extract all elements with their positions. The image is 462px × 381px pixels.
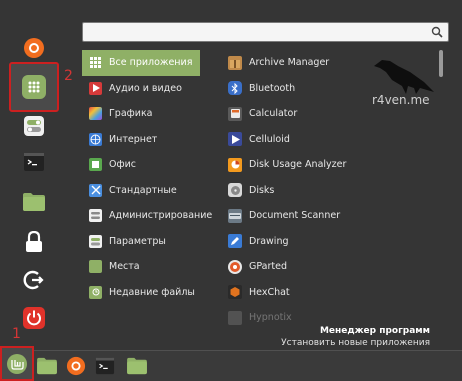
celluloid-icon — [228, 132, 242, 147]
app-hexchat[interactable]: HexChat — [228, 280, 438, 306]
folder-icon — [89, 260, 102, 274]
terminal-icon — [24, 153, 44, 171]
app-label: HexChat — [249, 286, 290, 298]
app-gparted[interactable]: GParted — [228, 254, 438, 280]
app-label: Drawing — [249, 235, 289, 247]
play-icon — [89, 81, 102, 95]
category-label: Места — [109, 261, 140, 273]
bluetooth-icon — [228, 81, 242, 96]
hypnotix-icon — [228, 310, 242, 325]
app-label: Disks — [249, 184, 275, 196]
favorite-lock-screen[interactable] — [18, 226, 50, 258]
gparted-icon — [228, 259, 242, 274]
app-label: Archive Manager — [249, 57, 330, 69]
admin-icon — [89, 209, 102, 223]
taskbar-terminal[interactable] — [94, 355, 116, 377]
selected-app-description: Установить новые приложения — [281, 338, 430, 348]
favorite-terminal[interactable] — [18, 146, 50, 178]
grid-icon — [89, 56, 102, 69]
taskbar-files-2[interactable] — [126, 355, 148, 377]
category-label: Офис — [109, 159, 136, 171]
annotation-number-2: 2 — [64, 68, 73, 84]
taskbar-menu-button[interactable] — [0, 346, 34, 381]
category-accessories[interactable]: Стандартные — [82, 178, 200, 204]
logout-icon — [23, 270, 44, 290]
category-places[interactable]: Места — [82, 254, 200, 280]
app-drawing[interactable]: Drawing — [228, 229, 438, 255]
app-label: Calculator — [249, 108, 298, 120]
drawing-icon — [228, 234, 242, 249]
favorites-sidebar — [0, 0, 68, 350]
category-label: Интернет — [109, 133, 158, 145]
firefox-icon — [24, 38, 44, 58]
app-label: Document Scanner — [249, 210, 341, 222]
category-label: Графика — [109, 108, 153, 120]
search-icon — [431, 26, 443, 38]
favorite-logout[interactable] — [18, 264, 50, 296]
category-administration[interactable]: Администрирование — [82, 203, 212, 229]
favorite-software-manager[interactable] — [9, 62, 59, 112]
category-label: Стандартные — [109, 184, 177, 196]
scanner-icon — [228, 208, 242, 223]
office-icon — [89, 158, 102, 172]
category-label: Администрирование — [109, 210, 213, 222]
taskbar-files[interactable] — [36, 355, 58, 377]
favorite-firefox[interactable] — [18, 32, 50, 64]
selected-app-name: Менеджер программ — [319, 326, 430, 336]
app-disks[interactable]: Disks — [228, 178, 438, 204]
category-internet[interactable]: Интернет — [82, 127, 200, 153]
category-recent-files[interactable]: Недавние файлы — [82, 280, 200, 306]
graphics-icon — [89, 107, 102, 121]
app-label: Bluetooth — [249, 82, 296, 94]
app-label: Celluloid — [249, 133, 290, 145]
app-document-scanner[interactable]: Document Scanner — [228, 203, 438, 229]
app-disk-usage-analyzer[interactable]: Disk Usage Analyzer — [228, 152, 438, 178]
disk-usage-icon — [228, 157, 242, 172]
app-label: Disk Usage Analyzer — [249, 159, 347, 171]
hexchat-icon — [228, 285, 242, 300]
favorite-files[interactable] — [18, 186, 50, 218]
settings-toggle-icon — [24, 116, 44, 136]
accessories-icon — [89, 183, 102, 197]
category-label: Аудио и видео — [109, 82, 182, 94]
category-settings[interactable]: Параметры — [82, 229, 200, 255]
app-list-scrollbar[interactable] — [439, 50, 443, 77]
files-folder-icon — [37, 357, 57, 375]
mint-menu-icon — [7, 353, 27, 374]
disks-icon — [228, 183, 242, 198]
software-manager-icon — [22, 75, 46, 99]
power-icon — [23, 307, 45, 329]
category-list: Все приложения Аудио и видео Графика Инт… — [82, 50, 212, 306]
terminal-icon — [95, 357, 115, 375]
favorite-settings[interactable] — [18, 110, 50, 142]
application-menu: 2 Все приложения Аудио и видео Графика И… — [0, 0, 462, 350]
category-audio-video[interactable]: Аудио и видео — [82, 76, 200, 102]
annotation-number-1: 1 — [12, 326, 21, 342]
firefox-icon — [66, 356, 86, 376]
app-label: GParted — [249, 261, 287, 273]
category-label: Параметры — [109, 235, 166, 247]
category-label: Недавние файлы — [109, 286, 195, 298]
files-folder-icon — [127, 357, 147, 375]
category-label: Все приложения — [109, 57, 193, 69]
taskbar-firefox[interactable] — [65, 355, 87, 377]
files-folder-icon — [23, 193, 45, 211]
internet-icon — [89, 132, 102, 146]
favorite-power[interactable] — [18, 302, 50, 334]
search-input[interactable] — [82, 22, 449, 42]
lock-icon — [26, 231, 42, 252]
calculator-icon — [228, 106, 242, 121]
category-all-applications[interactable]: Все приложения — [82, 50, 200, 76]
watermark-text: r4ven.me — [372, 93, 430, 107]
app-label: Hypnotix — [249, 312, 292, 324]
archive-icon — [228, 55, 242, 70]
settings-icon — [89, 234, 102, 248]
app-celluloid[interactable]: Celluloid — [228, 127, 438, 153]
recent-folder-icon — [89, 285, 102, 299]
category-office[interactable]: Офис — [82, 152, 200, 178]
category-graphics[interactable]: Графика — [82, 101, 200, 127]
